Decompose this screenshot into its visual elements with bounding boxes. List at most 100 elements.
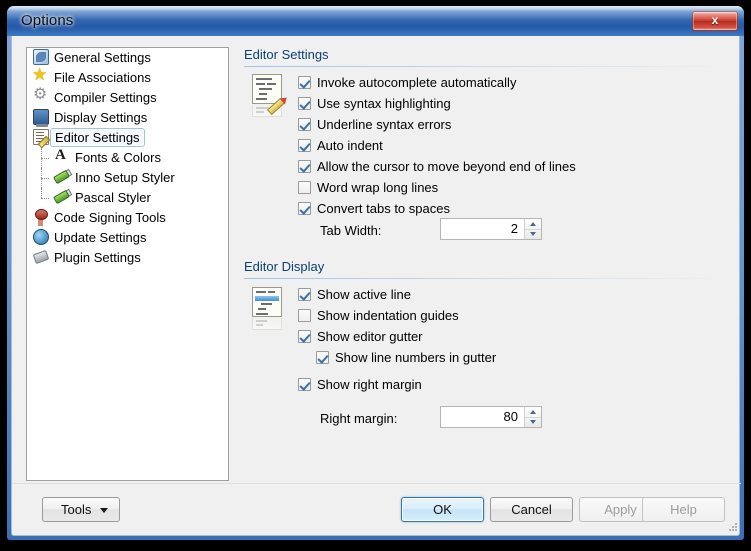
sidebar-item-label: Compiler Settings — [54, 88, 157, 108]
window-title: Options — [21, 12, 73, 29]
checkbox-underline-syntax-errors[interactable]: Underline syntax errors — [298, 117, 451, 132]
checkbox-show-indentation-guides[interactable]: Show indentation guides — [298, 308, 459, 323]
right-margin-stepper[interactable]: 80 — [440, 406, 542, 428]
sidebar-item-inno-setup-styler[interactable]: Inno Setup Styler — [27, 168, 228, 188]
checkbox-label: Show indentation guides — [317, 308, 459, 323]
monitor-icon — [33, 109, 49, 125]
checkbox-label: Use syntax highlighting — [317, 96, 451, 111]
font-icon — [54, 149, 70, 165]
checkbox-box-icon — [298, 378, 311, 391]
cancel-button[interactable]: Cancel — [490, 497, 573, 522]
checkbox-box-icon — [298, 160, 311, 173]
editor-preview-icon — [250, 74, 284, 118]
sidebar-item-plugin-settings[interactable]: Plugin Settings — [27, 248, 228, 268]
sidebar-item-label: Inno Setup Styler — [75, 168, 175, 188]
tab-width-value: 2 — [441, 219, 524, 239]
editor-display-group-title: Editor Display — [244, 259, 324, 274]
editor-settings-group-title: Editor Settings — [244, 47, 329, 62]
resize-grip[interactable] — [727, 521, 739, 533]
checkbox-use-syntax-highlighting[interactable]: Use syntax highlighting — [298, 96, 451, 111]
checkbox-show-editor-gutter[interactable]: Show editor gutter — [298, 329, 423, 344]
checkbox-box-icon — [298, 288, 311, 301]
checkbox-box-icon — [316, 351, 329, 364]
right-margin-decrement-button[interactable] — [525, 418, 541, 428]
checkbox-label: Show active line — [317, 287, 411, 302]
sidebar-item-label: Update Settings — [54, 228, 147, 248]
sidebar-item-code-signing-tools[interactable]: Code Signing Tools — [27, 208, 228, 228]
checkbox-show-active-line[interactable]: Show active line — [298, 287, 411, 302]
sidebar-item-file-associations[interactable]: File Associations — [27, 68, 228, 88]
checkbox-label: Show editor gutter — [317, 329, 423, 344]
checkbox-show-right-margin[interactable]: Show right margin — [298, 377, 422, 392]
checkbox-box-icon — [298, 118, 311, 131]
checkbox-word-wrap-long-lines[interactable]: Word wrap long lines — [298, 180, 438, 195]
checkbox-label: Underline syntax errors — [317, 117, 451, 132]
globe-icon — [33, 229, 49, 245]
sidebar-item-label: File Associations — [54, 68, 151, 88]
checkbox-label: Word wrap long lines — [317, 180, 438, 195]
sidebar-item-label: Code Signing Tools — [54, 208, 166, 228]
star-icon — [33, 69, 49, 85]
tools-button[interactable]: Tools — [42, 497, 120, 522]
tab-width-stepper[interactable]: 2 — [440, 218, 542, 240]
checkbox-label: Show right margin — [317, 377, 422, 392]
sidebar-item-label: Plugin Settings — [54, 248, 141, 268]
checkbox-box-icon — [298, 309, 311, 322]
editor-display-rule — [244, 278, 729, 279]
tools-button-label: Tools — [61, 502, 91, 517]
close-icon: x — [693, 13, 737, 27]
checkbox-label: Convert tabs to spaces — [317, 201, 450, 216]
right-margin-increment-button[interactable] — [525, 407, 541, 418]
checkbox-box-icon — [298, 330, 311, 343]
checkbox-box-icon — [298, 76, 311, 89]
editor-settings-rule — [244, 66, 729, 67]
close-button[interactable]: x — [692, 11, 738, 31]
gear-icon — [33, 89, 49, 105]
checkbox-label: Invoke autocomplete automatically — [317, 75, 516, 90]
sidebar-item-label: Fonts & Colors — [75, 148, 161, 168]
checkbox-box-icon — [298, 181, 311, 194]
plugin-icon — [33, 249, 49, 265]
checkbox-label: Allow the cursor to move beyond end of l… — [317, 159, 576, 174]
checkbox-convert-tabs-to-spaces[interactable]: Convert tabs to spaces — [298, 201, 450, 216]
right-margin-spin-buttons[interactable] — [524, 407, 541, 427]
checkbox-allow-the-cursor-to-move-beyond-end-of-lines[interactable]: Allow the cursor to move beyond end of l… — [298, 159, 576, 174]
sidebar-item-general-settings[interactable]: General Settings — [27, 48, 228, 68]
checkbox-label: Show line numbers in gutter — [335, 350, 496, 365]
tab-width-increment-button[interactable] — [525, 219, 541, 230]
sidebar-item-fonts-and-colors[interactable]: Fonts & Colors — [27, 148, 228, 168]
help-button: Help — [642, 497, 725, 522]
sidebar-item-display-settings[interactable]: Display Settings — [27, 108, 228, 128]
checkbox-show-line-numbers-in-gutter[interactable]: Show line numbers in gutter — [316, 350, 496, 365]
checkbox-auto-indent[interactable]: Auto indent — [298, 138, 383, 153]
options-dialog-window: Options x General SettingsFile Associati… — [7, 6, 744, 540]
settings-category-tree[interactable]: General SettingsFile AssociationsCompile… — [26, 47, 229, 481]
general-settings-icon — [33, 49, 49, 65]
editor-document-icon — [33, 129, 49, 145]
marker-icon — [54, 189, 70, 205]
right-margin-value: 80 — [441, 407, 524, 427]
checkbox-label: Auto indent — [317, 138, 383, 153]
sidebar-item-pascal-styler[interactable]: Pascal Styler — [27, 188, 228, 208]
checkbox-invoke-autocomplete-automatically[interactable]: Invoke autocomplete automatically — [298, 75, 516, 90]
tab-width-spin-buttons[interactable] — [524, 219, 541, 239]
display-preview-icon — [250, 287, 284, 331]
sidebar-item-label: General Settings — [54, 48, 151, 68]
dialog-footer: Tools OK Cancel Apply Help — [12, 483, 741, 535]
checkbox-box-icon — [298, 139, 311, 152]
sidebar-item-update-settings[interactable]: Update Settings — [27, 228, 228, 248]
marker-icon — [54, 169, 70, 185]
ok-button[interactable]: OK — [401, 497, 484, 522]
title-bar: Options x — [7, 6, 744, 36]
checkbox-box-icon — [298, 97, 311, 110]
dialog-client-area: General SettingsFile AssociationsCompile… — [11, 36, 740, 536]
checkbox-box-icon — [298, 202, 311, 215]
tab-width-decrement-button[interactable] — [525, 230, 541, 240]
tab-width-label: Tab Width: — [320, 223, 381, 238]
seal-icon — [33, 209, 49, 225]
settings-content-pane: Editor Settings Invoke autocomplete au — [244, 47, 729, 481]
chevron-down-icon — [100, 508, 108, 513]
sidebar-item-label: Display Settings — [54, 108, 147, 128]
sidebar-item-compiler-settings[interactable]: Compiler Settings — [27, 88, 228, 108]
right-margin-label: Right margin: — [320, 411, 397, 426]
